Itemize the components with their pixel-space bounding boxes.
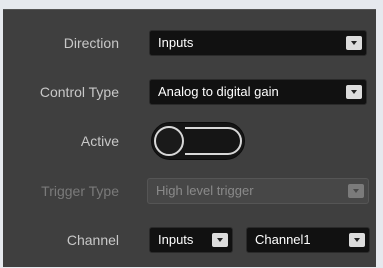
active-row: Active xyxy=(3,120,376,162)
trigger-type-row: Trigger Type High level trigger xyxy=(3,175,376,207)
channel-source-select[interactable]: Inputs xyxy=(149,227,233,253)
chevron-down-icon[interactable] xyxy=(212,233,228,247)
channel-row: Channel Inputs Channel1 xyxy=(3,224,376,256)
chevron-down-icon[interactable] xyxy=(349,233,365,247)
direction-value: Inputs xyxy=(158,35,194,50)
channel-value: Channel1 xyxy=(255,232,311,247)
direction-label: Direction xyxy=(63,35,119,51)
control-type-row: Control Type Analog to digital gain xyxy=(3,76,376,108)
direction-row: Direction Inputs xyxy=(3,27,376,59)
channel-select[interactable]: Channel1 xyxy=(246,227,370,253)
channel-source-value: Inputs xyxy=(158,232,194,247)
active-label: Active xyxy=(80,133,119,149)
trigger-type-label: Trigger Type xyxy=(41,183,119,199)
chevron-down-icon xyxy=(348,184,364,198)
control-type-label: Control Type xyxy=(39,84,119,100)
chevron-down-icon[interactable] xyxy=(346,85,362,99)
control-type-select[interactable]: Analog to digital gain xyxy=(149,79,367,105)
chevron-down-icon[interactable] xyxy=(346,36,362,50)
settings-panel: Direction Inputs Control Type Analog to … xyxy=(3,9,376,267)
toggle-track xyxy=(185,127,242,155)
channel-label: Channel xyxy=(66,232,119,248)
trigger-type-value: High level trigger xyxy=(156,183,254,198)
active-toggle[interactable] xyxy=(151,122,245,160)
direction-select[interactable]: Inputs xyxy=(149,30,367,56)
trigger-type-select: High level trigger xyxy=(147,178,369,204)
control-type-value: Analog to digital gain xyxy=(158,84,279,99)
toggle-knob[interactable] xyxy=(154,126,184,156)
